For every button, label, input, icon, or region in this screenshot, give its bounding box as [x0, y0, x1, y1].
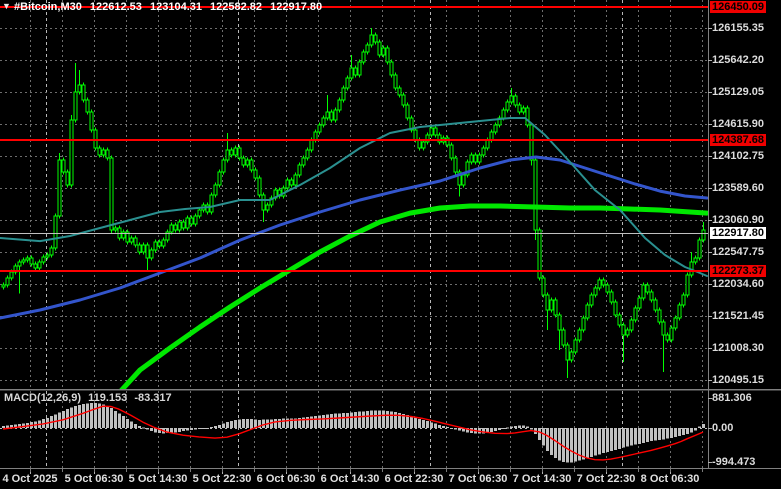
time-axis-label: 7 Oct 14:30	[513, 473, 572, 485]
time-axis-minor-tick	[702, 469, 703, 472]
level-price-label: 126450.09	[710, 1, 766, 13]
macd-label: MACD(12,26,9) 119.153 -83.317	[4, 392, 176, 404]
time-axis-label: 6 Oct 14:30	[321, 473, 380, 485]
time-axis-minor-tick	[638, 469, 639, 472]
price-axis-label: 123589.60	[712, 182, 764, 194]
time-axis-label: 4 Oct 2025	[2, 473, 57, 485]
macd-axis-label: -994.473	[712, 456, 755, 468]
time-axis-minor-tick	[446, 469, 447, 472]
symbol-marker-icon: ▼	[2, 1, 11, 11]
time-axis-minor-tick	[222, 469, 223, 472]
price-axis-label: 121521.45	[712, 310, 764, 322]
time-axis-minor-tick	[190, 469, 191, 472]
time-axis-minor-tick	[254, 469, 255, 472]
time-axis-label: 6 Oct 22:30	[385, 473, 444, 485]
time-axis-minor-tick	[30, 469, 31, 472]
time-axis-label: 7 Oct 06:30	[449, 473, 508, 485]
time-axis-border	[0, 468, 781, 469]
time-axis-minor-tick	[478, 469, 479, 472]
time-axis-label: 5 Oct 06:30	[65, 473, 124, 485]
macd-axis-label: 881.306	[712, 392, 752, 404]
price-axis-label: 125129.05	[712, 86, 764, 98]
ohlc-high: 123104.31	[150, 1, 202, 13]
time-axis-label: 8 Oct 06:30	[641, 473, 700, 485]
time-axis-minor-tick	[574, 469, 575, 472]
price-axis-label: 122547.75	[712, 246, 764, 258]
level-price-label: 124387.68	[710, 134, 766, 146]
chart-symbol: #Bitcoin,M30	[14, 1, 82, 13]
pane-separator-shadow	[0, 390, 781, 391]
time-axis-label: 7 Oct 22:30	[577, 473, 636, 485]
price-axis-label: 126155.35	[712, 22, 764, 34]
level-price-label: 122273.37	[710, 265, 766, 277]
ma-blue-line	[0, 157, 707, 318]
price-axis-label: 125642.20	[712, 54, 764, 66]
time-axis-minor-tick	[670, 469, 671, 472]
price-axis-label: 120495.15	[712, 374, 764, 386]
ohlc-low: 122582.82	[210, 1, 262, 13]
time-axis-label: 6 Oct 06:30	[257, 473, 316, 485]
time-axis-minor-tick	[510, 469, 511, 472]
price-axis-label: 121008.30	[712, 342, 764, 354]
time-axis-minor-tick	[126, 469, 127, 472]
time-axis-minor-tick	[286, 469, 287, 472]
trading-chart-window: ▼ #Bitcoin,M30 122612.53 123104.31 12258…	[0, 0, 781, 489]
time-axis-minor-tick	[62, 469, 63, 472]
time-axis-minor-tick	[414, 469, 415, 472]
chart-title: #Bitcoin,M30 122612.53 123104.31 122582.…	[14, 1, 327, 13]
time-axis-minor-tick	[542, 469, 543, 472]
time-axis-minor-tick	[94, 469, 95, 472]
price-axis-label: 124102.75	[712, 150, 764, 162]
current-price-label: 122917.80	[710, 227, 766, 239]
macd-params: MACD(12,26,9)	[4, 392, 81, 404]
time-axis-minor-tick	[382, 469, 383, 472]
time-axis-minor-tick	[318, 469, 319, 472]
time-axis-minor-tick	[606, 469, 607, 472]
price-axis-label: 123060.90	[712, 214, 764, 226]
time-axis-minor-tick	[350, 469, 351, 472]
price-axis-label: 124615.90	[712, 118, 764, 130]
ohlc-close: 122917.80	[270, 1, 322, 13]
horizontal-gridlines	[0, 29, 708, 381]
macd-axis-label: 0.00	[712, 422, 733, 434]
time-axis-label: 5 Oct 22:30	[193, 473, 252, 485]
time-axis-label: 5 Oct 14:30	[129, 473, 188, 485]
macd-signal-value: -83.317	[134, 392, 171, 404]
price-axis-label: 122034.60	[712, 278, 764, 290]
ohlc-open: 122612.53	[90, 1, 142, 13]
time-axis-minor-tick	[158, 469, 159, 472]
main-chart-pane[interactable]	[0, 0, 708, 389]
macd-histogram	[2, 403, 705, 462]
macd-main-value: 119.153	[88, 392, 127, 404]
